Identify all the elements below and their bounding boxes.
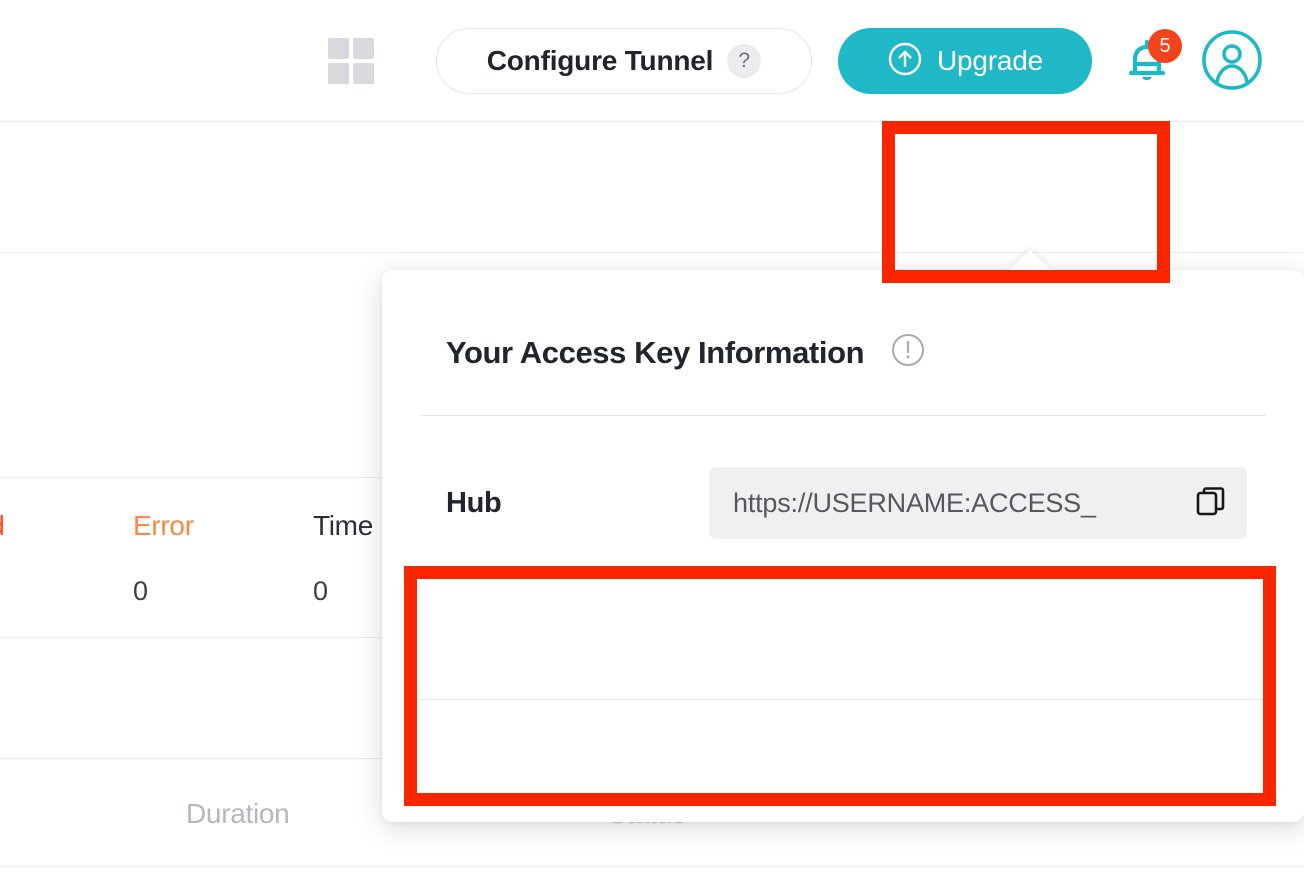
- divider: [0, 866, 1304, 867]
- upgrade-button[interactable]: Upgrade: [838, 28, 1092, 94]
- copy-icon[interactable]: [1195, 486, 1229, 520]
- divider: [0, 252, 1304, 253]
- top-header-bar: Configure Tunnel ? Upgrade 5: [0, 0, 1304, 122]
- grid-cell: [353, 63, 374, 84]
- hub-label: Hub: [446, 487, 502, 519]
- hub-row: Hub https://USERNAME:ACCESS_: [382, 445, 1304, 572]
- notifications-button[interactable]: 5: [1114, 28, 1182, 94]
- popover-divider: [420, 415, 1266, 416]
- access-key-row: Access Key ***********: [382, 699, 1304, 822]
- column-header-failed: ed: [0, 510, 5, 542]
- access-key-popover: Your Access Key Information Hub https://…: [382, 270, 1304, 822]
- account-avatar-button[interactable]: [1200, 28, 1264, 92]
- popover-title-row: Your Access Key Information: [446, 332, 926, 373]
- grid-apps-icon[interactable]: [328, 38, 374, 84]
- configure-tunnel-button[interactable]: Configure Tunnel ?: [436, 28, 812, 94]
- hub-value-field[interactable]: https://USERNAME:ACCESS_: [709, 467, 1247, 539]
- grid-cell: [353, 38, 374, 59]
- popover-title: Your Access Key Information: [446, 334, 865, 370]
- session-toolbar: Parallel 0/5 Queued 0/150 Analytics: [0, 122, 1304, 342]
- cell-timeout-count: 0: [313, 576, 329, 606]
- column-header-timeout: Time: [313, 510, 373, 541]
- exclamation-circle-icon[interactable]: [890, 332, 926, 373]
- column-header-error: Error: [133, 510, 194, 541]
- popover-arrow: [1008, 250, 1052, 271]
- cell-error-count: 0: [133, 576, 149, 606]
- hub-value: https://USERNAME:ACCESS_: [733, 487, 1096, 518]
- grid-cell: [328, 38, 349, 59]
- user-avatar-icon: [1200, 30, 1264, 96]
- notification-count-badge: 5: [1148, 29, 1182, 63]
- bell-icon: [1114, 39, 1180, 98]
- app-root: Configure Tunnel ? Upgrade 5 Error Time …: [0, 0, 1304, 884]
- upgrade-label: Upgrade: [936, 45, 1043, 76]
- arrow-up-circle-icon: [887, 41, 923, 82]
- column-header-duration: Duration: [186, 798, 290, 829]
- grid-cell: [328, 63, 349, 84]
- configure-tunnel-help-icon[interactable]: ?: [727, 44, 762, 78]
- configure-tunnel-label: Configure Tunnel: [486, 45, 714, 76]
- username-row: Username anshita.bhasin: [382, 572, 1304, 699]
